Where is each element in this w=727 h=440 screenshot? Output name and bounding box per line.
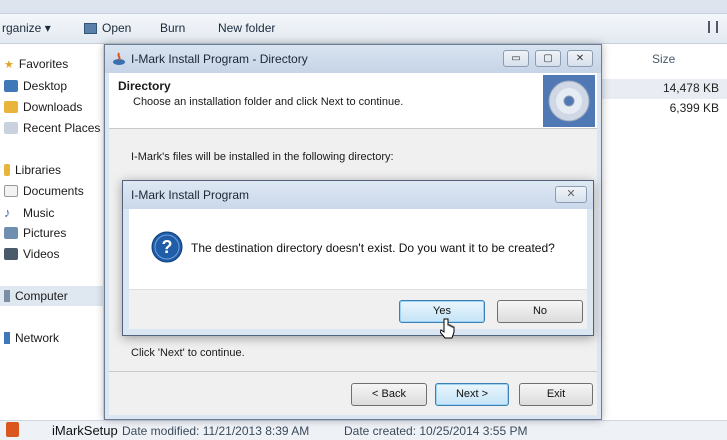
organize-button[interactable]: rganize ▾: [2, 21, 51, 35]
nav-label: Favorites: [18, 57, 69, 71]
organize-label: rganize ▾: [2, 21, 51, 35]
cd-disc-icon: [543, 75, 595, 127]
nav-label: Desktop: [23, 79, 68, 93]
star-icon: ★: [4, 58, 14, 71]
computer-icon: [4, 290, 10, 302]
open-label: Open: [102, 21, 132, 35]
open-icon: [84, 22, 97, 34]
downloads-icon: [4, 101, 18, 113]
installer-divider: [109, 371, 597, 372]
installer-app-icon: [113, 52, 125, 65]
svg-text:?: ?: [162, 237, 173, 257]
dialog-titlebar[interactable]: I-Mark Install Program ✕: [123, 181, 593, 209]
pictures-icon: [4, 227, 18, 239]
dialog-close-button[interactable]: ✕: [555, 186, 587, 203]
confirm-dialog: I-Mark Install Program ✕ ? The destinati…: [122, 180, 594, 336]
nav-label: Recent Places: [23, 121, 101, 135]
nav-label: Downloads: [23, 100, 83, 114]
maximize-button[interactable]: ▢: [535, 50, 561, 67]
nav-label: Music: [23, 205, 55, 220]
desktop-icon: [4, 80, 18, 92]
installer-header: Directory Choose an installation folder …: [109, 73, 597, 129]
nav-item-pictures[interactable]: Pictures: [4, 226, 66, 240]
installer-header-title: Directory: [118, 79, 171, 93]
install-footer-text: Click 'Next' to continue.: [131, 347, 245, 359]
nav-label: Videos: [23, 247, 60, 261]
documents-icon: [4, 185, 18, 197]
minimize-button[interactable]: ▭: [503, 50, 529, 67]
question-icon: ?: [151, 231, 183, 263]
explorer-top-strip: [0, 0, 727, 14]
nav-label: Libraries: [15, 163, 62, 177]
navigation-pane: ★ Favorites Desktop Downloads Recent Pla…: [0, 44, 104, 420]
nav-item-libraries[interactable]: Libraries: [4, 163, 61, 177]
burn-label: Burn: [160, 21, 186, 35]
nav-label: Network: [15, 331, 60, 345]
open-button[interactable]: Open: [84, 21, 131, 35]
status-date-modified: Date modified: 11/21/2013 8:39 AM: [122, 424, 310, 438]
file-list: Size 14,478 KB 6,399 KB: [600, 44, 727, 420]
nav-item-videos[interactable]: Videos: [4, 247, 59, 261]
nav-item-network[interactable]: Network: [4, 331, 59, 345]
status-bar: iMarkSetup Date modified: 11/21/2013 8:3…: [0, 420, 727, 440]
dialog-client: ? The destination directory doesn't exis…: [129, 209, 587, 329]
status-date-created: Date created: 10/25/2014 3:55 PM: [344, 424, 528, 438]
close-button[interactable]: ✕: [567, 50, 593, 67]
nav-label: Computer: [15, 289, 68, 303]
nav-item-recent-places[interactable]: Recent Places: [4, 121, 100, 135]
next-button[interactable]: Next >: [435, 383, 509, 406]
size-column-header[interactable]: Size: [652, 52, 675, 66]
view-options-icon[interactable]: [708, 21, 718, 33]
nav-item-computer[interactable]: Computer: [0, 286, 104, 306]
recent-places-icon: [4, 122, 18, 134]
back-button[interactable]: < Back: [351, 383, 427, 406]
dialog-message: The destination directory doesn't exist.…: [191, 241, 555, 255]
new-folder-label: New folder: [218, 21, 276, 35]
mouse-cursor-icon: [440, 318, 455, 339]
new-folder-button[interactable]: New folder: [218, 21, 275, 35]
no-button[interactable]: No: [497, 300, 583, 323]
explorer-toolbar: rganize ▾ Open Burn New folder: [0, 14, 727, 44]
nav-item-music[interactable]: ♪ Music: [4, 205, 54, 220]
music-icon: ♪: [4, 205, 11, 220]
installer-title: I-Mark Install Program - Directory: [131, 52, 308, 66]
libraries-icon: [4, 164, 10, 176]
dialog-title: I-Mark Install Program: [131, 188, 250, 202]
videos-icon: [4, 248, 18, 260]
nav-item-documents[interactable]: Documents: [4, 184, 84, 198]
nav-label: Pictures: [23, 226, 67, 240]
setup-file-icon: [6, 422, 19, 440]
file-size-cell: 6,399 KB: [669, 101, 719, 115]
installer-titlebar[interactable]: I-Mark Install Program - Directory ▭ ▢ ✕: [105, 45, 601, 73]
file-size-cell: 14,478 KB: [662, 81, 719, 95]
nav-item-downloads[interactable]: Downloads: [4, 100, 82, 114]
installer-header-subtitle: Choose an installation folder and click …: [133, 96, 404, 108]
nav-item-favorites[interactable]: ★ Favorites: [4, 57, 68, 71]
dialog-button-bar: Yes No: [129, 289, 587, 329]
nav-item-desktop[interactable]: Desktop: [4, 79, 67, 93]
nav-label: Documents: [23, 184, 84, 198]
burn-button[interactable]: Burn: [160, 21, 185, 35]
status-file-name: iMarkSetup: [52, 423, 118, 438]
install-directory-text: I-Mark's files will be installed in the …: [131, 151, 394, 163]
network-icon: [4, 332, 10, 344]
exit-button[interactable]: Exit: [519, 383, 593, 406]
